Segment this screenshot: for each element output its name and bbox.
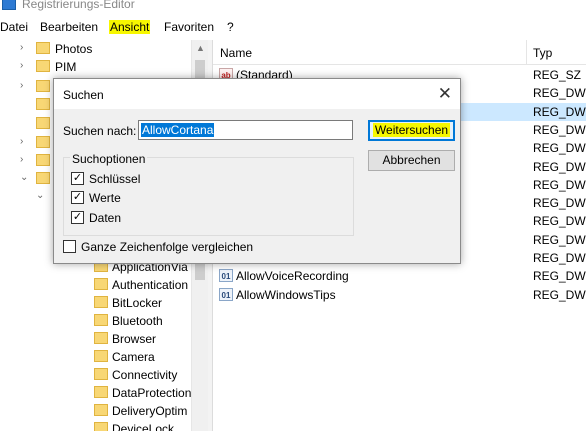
folder-icon (94, 422, 108, 431)
dialog-title: Suchen (63, 88, 104, 102)
value-type: REG_DWO (533, 104, 586, 119)
value-type: REG_DWO (533, 177, 586, 192)
column-separator[interactable] (526, 40, 527, 64)
folder-icon (36, 172, 50, 184)
chevron-down-icon[interactable]: ⌄ (36, 190, 46, 201)
scroll-up-icon[interactable]: ▲ (196, 43, 205, 53)
window-title: Registrierungs-Editor (22, 0, 135, 11)
search-label: Suchen nach: (63, 124, 137, 138)
column-header-name[interactable]: Name (220, 46, 252, 60)
find-next-button[interactable]: Weitersuchen (368, 120, 455, 141)
search-value: AllowCortana (141, 123, 215, 137)
value-type: REG_DWO (533, 287, 586, 302)
folder-icon (94, 296, 108, 308)
chevron-right-icon[interactable]: › (20, 136, 30, 147)
list-header: Name Typ (213, 40, 586, 65)
dialog-titlebar: Suchen ✕ (54, 79, 460, 109)
value-name: AllowVoiceRecording (236, 269, 349, 284)
folder-icon (94, 368, 108, 380)
value-type: REG_DWO (533, 159, 586, 174)
search-options-title: Suchoptionen (70, 152, 148, 166)
folder-icon (94, 386, 108, 398)
chevron-right-icon[interactable]: › (20, 154, 30, 165)
search-input[interactable]: AllowCortana (138, 120, 353, 140)
dword-value-icon: 01 (219, 287, 233, 301)
folder-icon (36, 60, 50, 72)
folder-icon (94, 314, 108, 326)
chevron-right-icon[interactable]: › (20, 42, 30, 53)
folder-icon (94, 332, 108, 344)
regedit-app-icon (2, 0, 16, 10)
menu-favoriten[interactable]: Favoriten (164, 20, 214, 34)
folder-icon (94, 350, 108, 362)
value-name: AllowWindowsTips (236, 287, 336, 302)
find-next-label: Weitersuchen (372, 123, 451, 137)
folder-icon (36, 154, 50, 166)
value-type: REG_DWO (533, 122, 586, 137)
chevron-right-icon[interactable]: › (20, 60, 30, 71)
find-dialog: Suchen ✕ Suchen nach: AllowCortana Weite… (53, 78, 461, 264)
cancel-button[interactable]: Abbrechen (368, 150, 455, 171)
folder-icon (36, 98, 50, 110)
value-row[interactable]: 01AllowWindowsTips REG_DWO (213, 286, 586, 304)
folder-icon (94, 404, 108, 416)
chevron-down-icon[interactable]: ⌄ (20, 172, 30, 183)
checkbox-match-whole-string[interactable] (63, 240, 76, 253)
chevron-right-icon[interactable]: › (20, 80, 30, 91)
value-type: REG_SZ (533, 68, 582, 82)
checkbox-values[interactable]: ✓ (71, 191, 84, 204)
window-titlebar: Registrierungs-Editor (0, 0, 586, 14)
checkbox-keys[interactable]: ✓ (71, 172, 84, 185)
column-header-type[interactable]: Typ (533, 46, 552, 60)
folder-icon (36, 42, 50, 54)
close-icon[interactable]: ✕ (438, 84, 452, 104)
folder-icon (36, 117, 50, 129)
folder-icon (36, 80, 50, 92)
menu-bearbeiten[interactable]: Bearbeiten (40, 20, 98, 34)
menu-ansicht[interactable]: Ansicht (109, 20, 151, 34)
menu-help[interactable]: ? (227, 20, 234, 34)
value-type: REG_DWO (533, 86, 586, 101)
value-row[interactable]: 01AllowVoiceRecording REG_DWO (213, 267, 586, 285)
menu-bar: Datei Bearbeiten Ansicht Favoriten ? (0, 16, 586, 38)
value-type: REG_DWO (533, 141, 586, 156)
folder-icon (94, 278, 108, 290)
value-type: REG_DWO (533, 196, 586, 211)
checkbox-data[interactable]: ✓ (71, 211, 84, 224)
value-type: REG_DWO (533, 214, 586, 229)
folder-icon (36, 136, 50, 148)
dword-value-icon: 01 (219, 269, 233, 283)
value-type: REG_DWO (533, 251, 586, 265)
value-type: REG_DWO (533, 232, 586, 247)
value-type: REG_DWO (533, 269, 586, 284)
menu-datei[interactable]: Datei (0, 20, 28, 34)
